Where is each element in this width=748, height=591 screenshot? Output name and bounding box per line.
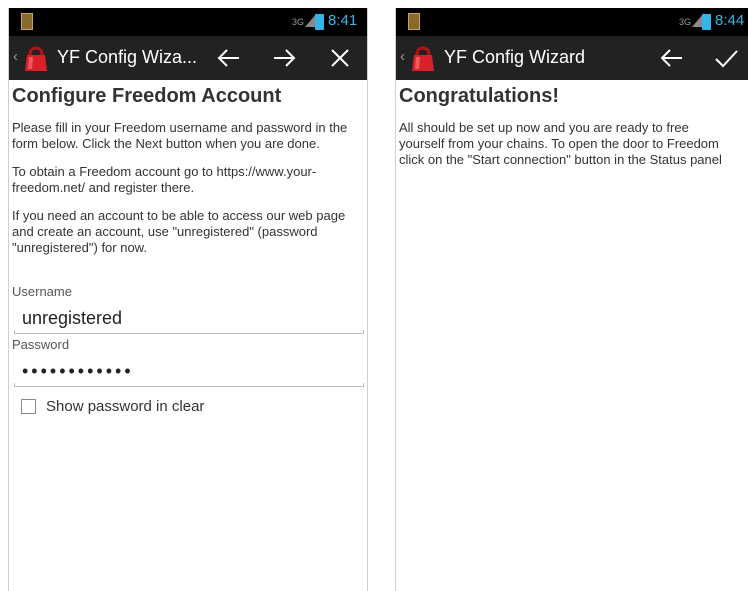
password-underline [14, 383, 364, 387]
show-password-checkbox[interactable] [21, 399, 36, 414]
back-button[interactable] [215, 42, 243, 74]
app-logo-icon[interactable] [410, 45, 436, 73]
completion-paragraph-line: All should be set up now and you are rea… [399, 120, 689, 135]
username-label: Username [12, 284, 72, 299]
password-label: Password [12, 337, 70, 352]
username-input[interactable] [12, 305, 352, 331]
close-icon [331, 49, 349, 67]
page-title: Configure Freedom Account [12, 85, 282, 107]
action-bar: ‹ YF Config Wizard [396, 36, 748, 80]
finish-button[interactable] [712, 42, 740, 74]
up-chevron-icon[interactable]: ‹ [400, 48, 405, 65]
username-underline [14, 330, 364, 334]
notification-app-icon [21, 13, 33, 30]
clock-time: 8:44 [715, 12, 745, 29]
screen-congratulations: 3G 8:44 ‹ YF Config Wizard Congratulatio… [395, 8, 748, 591]
battery-icon [702, 14, 711, 30]
up-chevron-icon[interactable]: ‹ [13, 48, 18, 65]
next-button[interactable] [270, 42, 298, 74]
checkmark-icon [715, 50, 738, 68]
status-bar: 3G 8:44 [396, 8, 748, 36]
battery-icon [315, 14, 324, 30]
notification-app-icon [408, 13, 420, 30]
action-bar-title: YF Config Wiza... [57, 47, 198, 67]
show-password-label[interactable]: Show password in clear [46, 398, 204, 415]
signal-icon: 3G [292, 13, 318, 27]
clock-time: 8:41 [328, 12, 358, 29]
action-bar-title: YF Config Wizard [444, 47, 586, 67]
screen-configure-account: 3G 8:41 ‹ YF Config Wiza... Configure Fr… [8, 8, 368, 591]
page-title: Congratulations! [399, 85, 559, 107]
arrow-left-icon [660, 49, 682, 67]
account-info-paragraph: To obtain a Freedom account go to https:… [12, 164, 317, 195]
show-password-row[interactable]: Show password in clear [12, 398, 367, 415]
instructions-paragraph: Please fill in your Freedom username and… [12, 120, 348, 151]
completion-paragraph-line: click on the "Start connection" button i… [399, 152, 722, 167]
arrow-left-icon [217, 49, 239, 67]
close-button[interactable] [327, 42, 353, 74]
signal-icon: 3G [679, 13, 705, 27]
status-bar: 3G 8:41 [9, 8, 367, 36]
password-field[interactable] [12, 358, 367, 387]
app-logo-icon[interactable] [23, 45, 49, 73]
password-input[interactable] [12, 358, 352, 384]
back-button[interactable] [658, 42, 686, 74]
username-field[interactable] [12, 305, 367, 334]
action-bar: ‹ YF Config Wiza... [9, 36, 367, 80]
wizard-content: Configure Freedom Account Please fill in… [9, 80, 367, 591]
arrow-right-icon [274, 49, 296, 67]
completion-paragraph-line: yourself from your chains. To open the d… [399, 136, 719, 151]
wizard-content: Congratulations! All should be set up no… [396, 80, 748, 591]
unregistered-info-paragraph: If you need an account to be able to acc… [12, 208, 346, 255]
